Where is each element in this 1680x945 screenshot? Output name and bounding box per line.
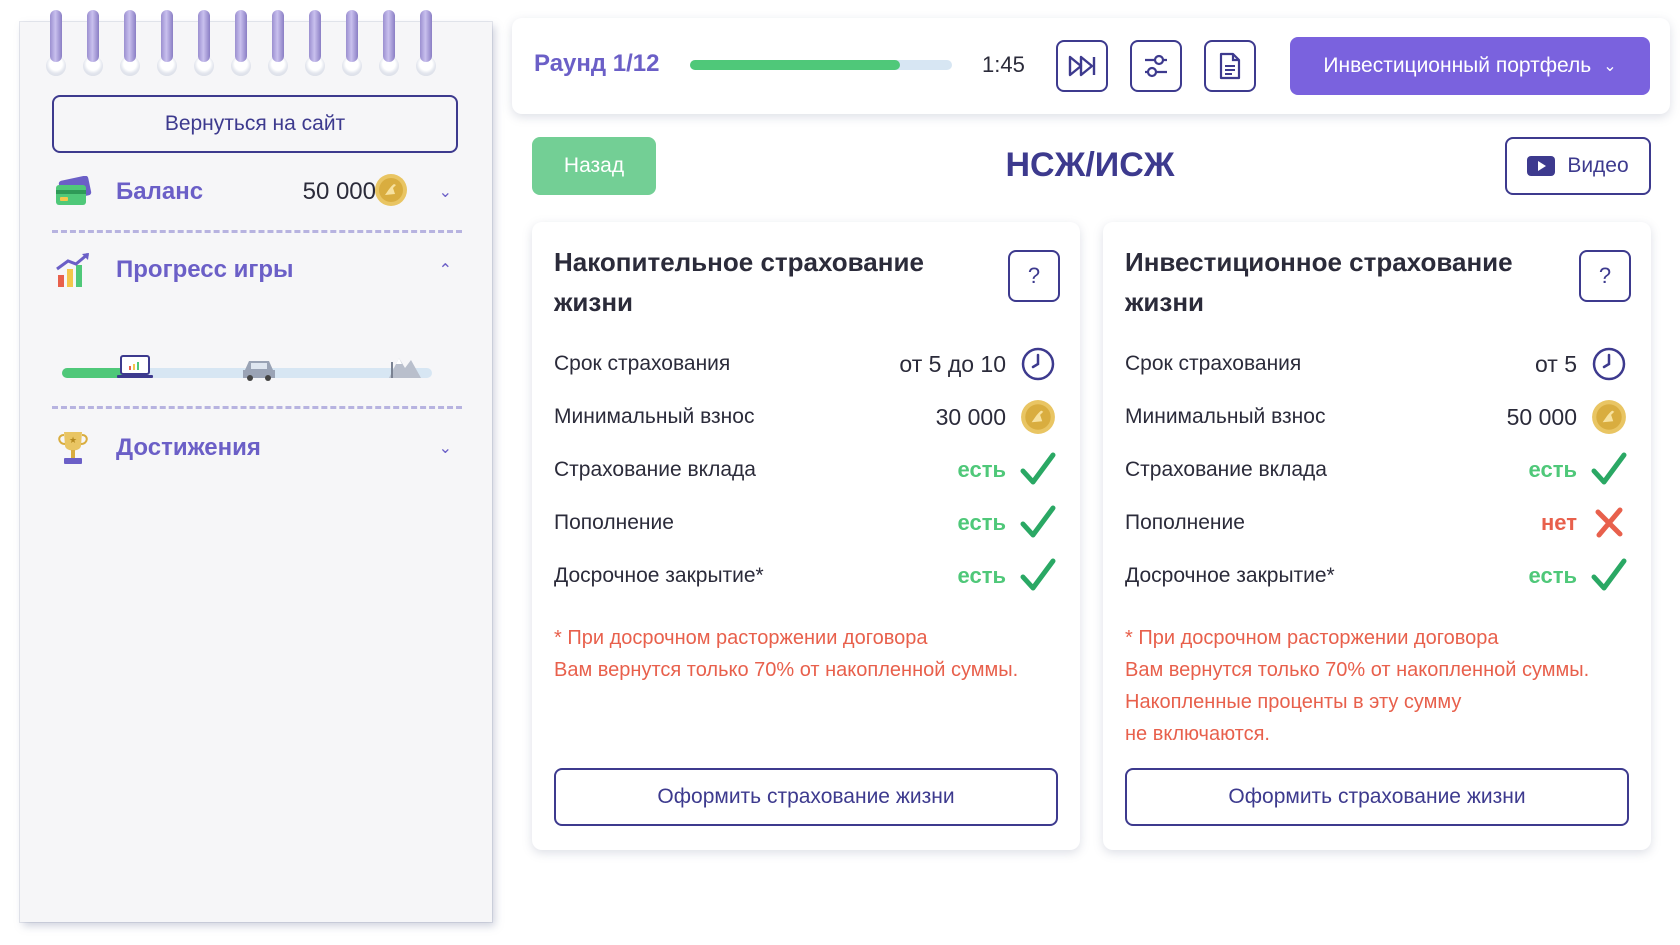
card-row-deposit-insurance: Страхование вклада есть bbox=[554, 450, 1058, 490]
check-icon bbox=[1018, 503, 1058, 543]
apply-insurance-button[interactable]: Оформить страхование жизни bbox=[554, 768, 1058, 826]
wallet-cards-icon bbox=[52, 171, 94, 213]
round-label: Раунд 1/12 bbox=[534, 50, 660, 77]
card-row-early-closure: Досрочное закрытие* есть bbox=[1125, 556, 1629, 596]
settings-sliders-button[interactable] bbox=[1130, 40, 1182, 92]
document-button[interactable] bbox=[1204, 40, 1256, 92]
progress-section[interactable]: Прогресс игры ⌃ bbox=[52, 245, 462, 295]
card-row-term: Срок страхования от 5 bbox=[1125, 344, 1629, 384]
row-label: Минимальный взнос bbox=[1125, 405, 1326, 428]
card-row-term: Срок страхования от 5 до 10 bbox=[554, 344, 1058, 384]
note-line: * При досрочном расторжении договора bbox=[554, 627, 928, 649]
row-value: от 5 bbox=[1534, 350, 1577, 377]
clock-icon bbox=[1589, 344, 1629, 384]
row-label: Досрочное закрытие* bbox=[554, 564, 764, 587]
notebook-spiral bbox=[20, 10, 492, 76]
sidebar-notebook: Вернуться на сайт Баланс 50 000 ⌄ Прогре… bbox=[20, 10, 492, 922]
note-line: Накопленные проценты в эту сумму bbox=[1125, 691, 1462, 713]
chevron-down-icon: ⌄ bbox=[1603, 58, 1617, 75]
divider bbox=[52, 406, 462, 409]
achievements-label: Достижения bbox=[116, 434, 261, 461]
progress-label: Прогресс игры bbox=[116, 256, 294, 283]
round-timer: 1:45 bbox=[982, 52, 1025, 77]
row-label: Страхование вклада bbox=[1125, 458, 1327, 481]
coin-icon bbox=[374, 173, 408, 212]
help-button[interactable]: ? bbox=[1008, 250, 1060, 302]
divider bbox=[52, 230, 462, 233]
laptop-icon bbox=[117, 354, 153, 385]
note-line: Вам вернутся только 70% от накопленной с… bbox=[554, 659, 1019, 681]
row-label: Пополнение bbox=[1125, 511, 1245, 534]
row-label: Досрочное закрытие* bbox=[1125, 564, 1335, 587]
nsj-card: Накопительное страхование жизни ? Срок с… bbox=[532, 222, 1080, 850]
coin-icon bbox=[1589, 397, 1629, 437]
note-line: Вам вернутся только 70% от накопленной с… bbox=[1125, 659, 1590, 681]
check-icon bbox=[1589, 450, 1629, 490]
help-button[interactable]: ? bbox=[1579, 250, 1631, 302]
chevron-down-icon[interactable]: ⌄ bbox=[439, 182, 452, 202]
row-label: Страхование вклада bbox=[554, 458, 756, 481]
row-value: есть bbox=[957, 563, 1006, 588]
video-play-icon bbox=[1527, 156, 1556, 176]
back-to-site-button[interactable]: Вернуться на сайт bbox=[52, 95, 458, 153]
row-value: 30 000 bbox=[935, 403, 1006, 430]
row-label: Срок страхования bbox=[1125, 352, 1302, 375]
row-value: есть bbox=[957, 457, 1006, 482]
early-closure-note: * При досрочном расторжении договора Вам… bbox=[1125, 622, 1635, 750]
apply-insurance-button[interactable]: Оформить страхование жизни bbox=[1125, 768, 1629, 826]
video-label: Видео bbox=[1567, 154, 1629, 177]
mountain-icon bbox=[387, 352, 423, 385]
chevron-up-icon[interactable]: ⌃ bbox=[439, 260, 452, 280]
card-row-min-payment: Минимальный взнос 30 000 bbox=[554, 397, 1058, 437]
balance-value: 50 000 bbox=[302, 178, 376, 205]
card-row-early-closure: Досрочное закрытие* есть bbox=[554, 556, 1058, 596]
early-closure-note: * При досрочном расторжении договора Вам… bbox=[554, 622, 1064, 686]
check-icon bbox=[1018, 556, 1058, 596]
fast-forward-icon bbox=[1068, 55, 1096, 77]
sliders-icon bbox=[1145, 54, 1167, 78]
coin-icon bbox=[1018, 397, 1058, 437]
row-value: нет bbox=[1540, 510, 1577, 535]
chevron-down-icon[interactable]: ⌄ bbox=[439, 438, 452, 458]
row-value: есть bbox=[1528, 563, 1577, 588]
card-title: Инвестиционное страхование жизни bbox=[1125, 247, 1513, 317]
document-icon bbox=[1219, 52, 1241, 80]
clock-icon bbox=[1018, 344, 1058, 384]
card-row-replenishment: Пополнение нет bbox=[1125, 503, 1629, 543]
top-bar: Раунд 1/12 1:45 Инвестиционный портфель … bbox=[512, 18, 1670, 114]
video-button[interactable]: Видео bbox=[1505, 137, 1651, 195]
balance-label: Баланс bbox=[116, 178, 204, 205]
note-line: не включаются. bbox=[1125, 723, 1270, 745]
check-icon bbox=[1018, 450, 1058, 490]
card-row-min-payment: Минимальный взнос 50 000 bbox=[1125, 397, 1629, 437]
row-value: 50 000 bbox=[1506, 403, 1577, 430]
cross-icon bbox=[1589, 503, 1629, 543]
balance-section[interactable]: Баланс 50 000 ⌄ bbox=[52, 167, 462, 217]
row-value: есть bbox=[957, 510, 1006, 535]
fast-forward-button[interactable] bbox=[1056, 40, 1108, 92]
page-title: НСЖ/ИСЖ bbox=[1005, 146, 1175, 184]
car-icon bbox=[241, 356, 277, 387]
row-label: Срок страхования bbox=[554, 352, 731, 375]
svg-text:★: ★ bbox=[69, 435, 77, 445]
check-icon bbox=[1589, 556, 1629, 596]
row-label: Пополнение bbox=[554, 511, 674, 534]
card-row-replenishment: Пополнение есть bbox=[554, 503, 1058, 543]
back-button[interactable]: Назад bbox=[532, 137, 656, 195]
row-label: Минимальный взнос bbox=[554, 405, 755, 428]
round-progress-fill bbox=[690, 60, 900, 70]
investment-portfolio-dropdown[interactable]: Инвестиционный портфель ⌄ bbox=[1290, 37, 1650, 95]
portfolio-label: Инвестиционный портфель bbox=[1323, 54, 1592, 77]
chart-growth-icon bbox=[52, 249, 94, 291]
note-line: * При досрочном расторжении договора bbox=[1125, 627, 1499, 649]
row-value: от 5 до 10 bbox=[899, 350, 1006, 377]
isj-card: Инвестиционное страхование жизни ? Срок … bbox=[1103, 222, 1651, 850]
card-title: Накопительное страхование жизни bbox=[554, 247, 924, 317]
trophy-icon: ★ bbox=[52, 427, 94, 469]
card-row-deposit-insurance: Страхование вклада есть bbox=[1125, 450, 1629, 490]
row-value: есть bbox=[1528, 457, 1577, 482]
round-progress-bar bbox=[690, 60, 952, 70]
achievements-section[interactable]: ★ Достижения ⌄ bbox=[52, 423, 462, 473]
